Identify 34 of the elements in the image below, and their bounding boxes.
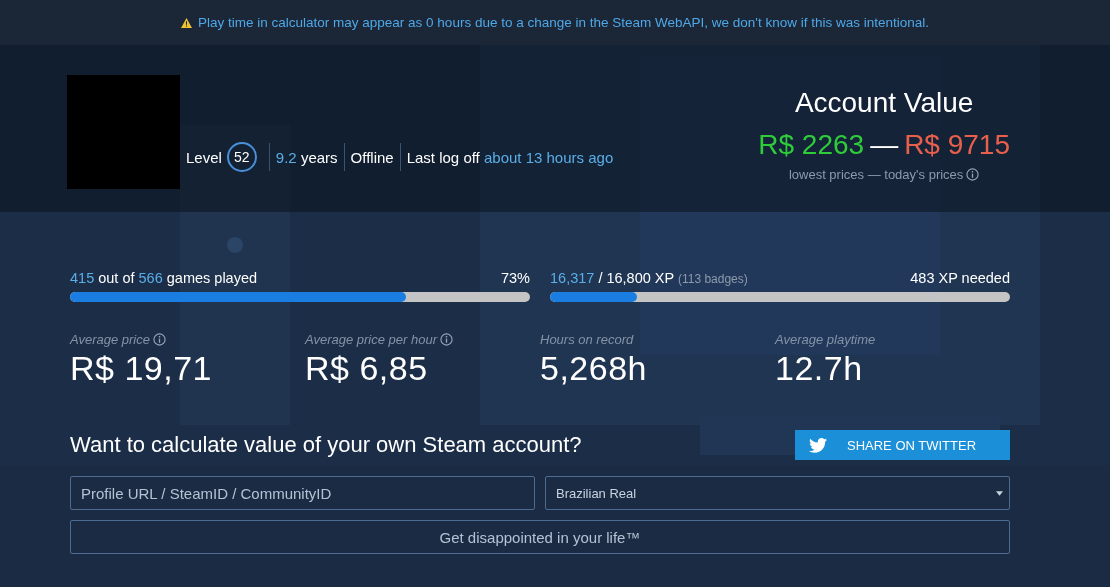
last-logoff-label: Last log off <box>406 148 480 166</box>
games-percent: 73% <box>500 270 530 286</box>
notice-text: Play time in calculator may appear as 0 hours due to a change in the Steam WebAPI, we don't know if this was intentional. <box>198 15 929 30</box>
status-text: Offline <box>350 148 394 166</box>
submit-button[interactable]: Get disappointed in your life™ <box>70 520 1010 554</box>
xp-text: 16,317 / 16,800 XP (113 badges) <box>550 270 748 286</box>
stat-value: 5,268h <box>540 349 648 388</box>
level-label: Level <box>186 148 222 166</box>
currency-select[interactable]: Brazilian Real <box>545 476 1010 510</box>
years-label: years <box>300 148 338 166</box>
years-value: 9.2 <box>275 148 297 166</box>
price-separator: — <box>870 129 899 161</box>
stat-label: Average playtime <box>775 332 876 347</box>
level-badge: 52 <box>226 142 257 172</box>
stat-label: Hours on record <box>540 332 634 347</box>
profile-input-field[interactable]: Profile URL / SteamID / CommunityID <box>70 476 535 510</box>
info-icon <box>966 168 980 181</box>
todays-price: R$ 9715 <box>904 129 1010 161</box>
games-played-text: 415 out of 566 games played <box>70 270 258 286</box>
calculator-heading: Want to calculate value of your own Steam account? <box>70 432 582 458</box>
stat-value: R$ 19,71 <box>70 349 213 388</box>
stat-value: 12.7h <box>775 349 864 388</box>
stat-label: Average price <box>70 332 150 347</box>
stat-label: Average price per hour <box>305 332 437 347</box>
last-logoff-time: about 13 hours ago <box>483 148 614 166</box>
price-caption: lowest prices — today's prices <box>788 167 964 182</box>
caret-icon <box>996 490 1003 496</box>
xp-needed: 483 XP needed <box>910 270 1010 286</box>
lowest-price: R$ 2263 <box>758 129 865 161</box>
share-twitter-button[interactable]: SHARE ON TWITTER <box>795 430 1010 460</box>
bird-icon <box>809 437 827 453</box>
stat-value: R$ 6,85 <box>305 349 429 388</box>
warning-icon <box>181 17 192 28</box>
account-value-title: Account Value <box>794 87 974 119</box>
